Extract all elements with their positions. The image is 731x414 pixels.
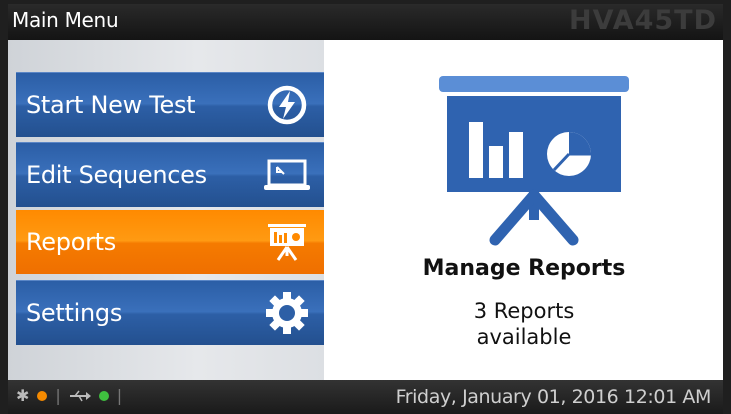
menu-pane: Start New Test Edit Sequences Reports Se… [8,40,324,380]
bluetooth-icon: ✱ [16,386,30,405]
title-bar: Main Menu HVA45TD [8,4,723,40]
menu-item-edit-sequences[interactable]: Edit Sequences [16,142,324,207]
datetime-text: Friday, January 01, 2016 12:01 AM [395,386,712,408]
lightning-icon [267,85,307,125]
report-count-line2: available [476,325,572,349]
divider: | [116,386,123,405]
report-count-line1: 3 Reports [473,299,575,323]
divider: | [55,386,61,405]
panel-title: Manage Reports [422,256,626,281]
detail-pane: Manage Reports 3 Reports available [324,40,723,380]
menu-item-start-new-test[interactable]: Start New Test [16,72,324,137]
menu-item-settings[interactable]: Settings [16,280,324,345]
menu-item-label: Start New Test [26,91,196,119]
reports-presentation-icon [439,76,629,246]
menu-item-label: Settings [26,299,123,327]
main-screen: Start New Test Edit Sequences Reports Se… [8,40,723,380]
device-frame: Main Menu HVA45TD Start New Test Edit Se… [0,0,731,414]
menu-item-label: Edit Sequences [26,161,207,189]
model-label: HVA45TD [569,5,717,36]
menu-item-label: Reports [26,228,116,256]
status-indicators: ✱ | | [16,386,122,405]
monitor-icon [264,159,310,190]
status-bar: ✱ | | Friday, January 01, 2016 12:01 AM [8,380,723,414]
usb-status-dot [98,390,109,401]
menu-item-reports[interactable]: Reports [16,210,324,274]
report-count-text: 3 Reports available [294,298,731,350]
usb-icon [69,390,91,401]
bluetooth-status-dot [37,390,48,401]
page-title: Main Menu [12,8,119,32]
